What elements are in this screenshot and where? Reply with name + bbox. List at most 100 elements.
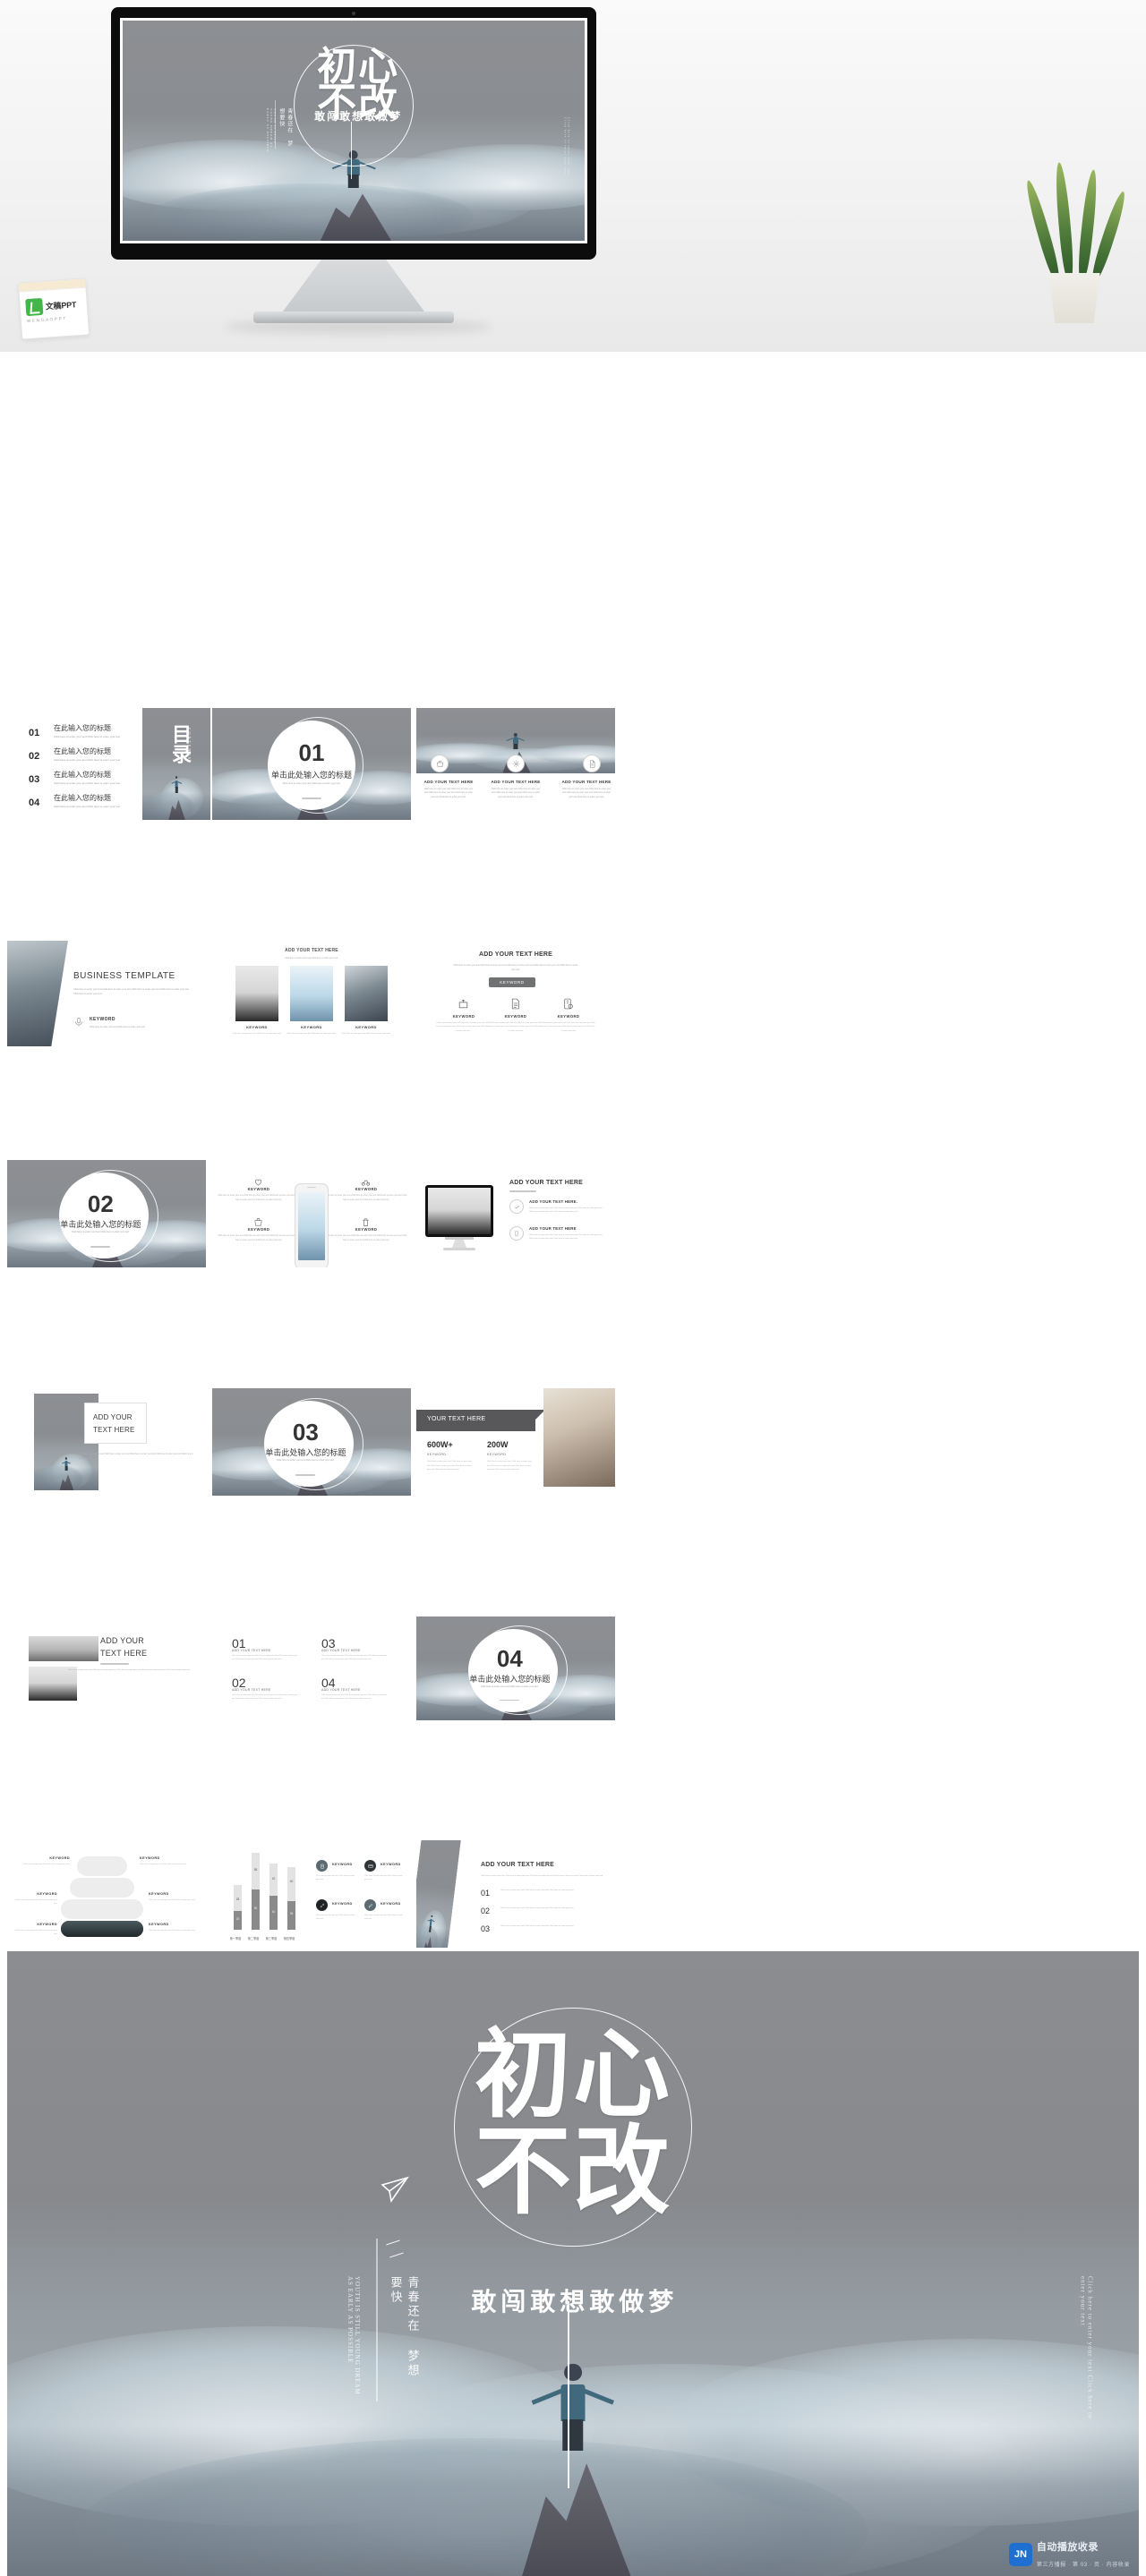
slide-thumb-section-02[interactable]: 02 单击此处输入您的标题 Click here to enter your t…: [7, 1160, 206, 1267]
gallery-caption: KEYWORD: [301, 1025, 322, 1029]
watermark-title: 自动播放收录: [1036, 2542, 1099, 2553]
final-list-item-desc: Click here to enter your text Click here…: [500, 1925, 574, 1927]
pyramid-shape: [70, 1878, 134, 1898]
tilted-cloud-photo: [416, 1840, 462, 1948]
section-number: 02: [87, 1190, 114, 1217]
slide-thumb-imac-list[interactable]: ADD YOUR TEXT HERE ADD YOUR TEXT HERE. C…: [416, 1160, 615, 1267]
imac-list-item-desc: Click here to enter your text Click here…: [529, 1207, 603, 1214]
brand-logo-name: 文稿PPT: [45, 300, 77, 311]
pyramid-label: KEYWORD: [140, 1856, 160, 1860]
phone-mockup: [295, 1183, 329, 1267]
slide-thumb-photo-text[interactable]: ADD YOUR TEXT HERE Click here to enter y…: [7, 1388, 206, 1496]
slide-thumb-final-list[interactable]: ADD YOUR TEXT HERE Click here to enter y…: [416, 1840, 615, 1948]
hero-cloud-scene: [7, 1951, 1139, 2576]
slide-thumb-section-03[interactable]: 03 单击此处输入您的标题 Click here to enter your t…: [212, 1388, 411, 1496]
bar: 40 35: [287, 1867, 295, 1930]
section-title: 单击此处输入您的标题: [469, 1674, 551, 1684]
monitor-stand: [280, 260, 427, 315]
gallery-caption: KEYWORD: [355, 1025, 377, 1029]
pyramid-shape: [61, 1899, 143, 1919]
chart-icon-label: KEYWORD: [332, 1902, 353, 1906]
slide-thumb-stats[interactable]: YOUR TEXT HERE 600W+ KEYWORD Click here …: [416, 1388, 615, 1496]
section-desc: Click here to enter your text Click here…: [480, 1685, 539, 1688]
imac-list-item-desc: Click here to enter your text Click here…: [529, 1234, 603, 1241]
final-list-num: 01: [481, 1889, 491, 1898]
numbered-title: ADD YOUR TEXT HERE: [321, 1649, 361, 1652]
numbered-desc: Click here to enter your text Click here…: [232, 1694, 298, 1701]
slide-thumb-numbered4[interactable]: 01 ADD YOUR TEXT HERE Click here to ente…: [212, 1616, 411, 1720]
section-desc: Click here to enter your text Click here…: [71, 1231, 130, 1234]
phone-feature-label: KEYWORD: [247, 1227, 270, 1232]
brand-logo-icon: [25, 297, 44, 317]
stats-banner-text: YOUR TEXT HERE: [427, 1416, 486, 1422]
stat-label: KEYWORD: [487, 1453, 507, 1456]
final-list-num: 02: [481, 1906, 491, 1915]
slide-thumb-two-photo[interactable]: ADD YOUR TEXT HERE Click here to enter y…: [7, 1616, 206, 1720]
final-list-item-desc: Click here to enter your text Click here…: [500, 1907, 574, 1909]
clipboard-icon: [316, 1860, 328, 1872]
phone-feature-desc: Click here to enter your text Click here…: [325, 1195, 407, 1201]
pyramid-shape: [61, 1921, 143, 1937]
slide-thumb-section-04[interactable]: 04 单击此处输入您的标题 Click here to enter your t…: [416, 1616, 615, 1720]
phone-feature-label: KEYWORD: [355, 1187, 378, 1191]
chart-icon-label: KEYWORD: [381, 1863, 401, 1866]
numbered-desc: Click here to enter your text Click here…: [321, 1694, 388, 1701]
two-photo-desc: Click here to enter your text Click here…: [68, 1669, 191, 1671]
plant-pot: [1048, 273, 1100, 323]
bar-chart: 28 20 55 50 42 40 40 35 第一季度 第二季度 第三季度 第…: [228, 1853, 305, 1942]
phone-feature-desc: Click here to enter your text Click here…: [218, 1195, 300, 1201]
chart-icon-desc: Click here to enter your text Click here…: [364, 1875, 403, 1881]
chart-icon-label: KEYWORD: [381, 1902, 401, 1906]
pyramid-desc: Click here to enter your text Click here…: [140, 1864, 186, 1865]
numbered-desc: Click here to enter your text Click here…: [232, 1655, 298, 1661]
pyramid-desc: Click here to enter your text Click here…: [149, 1899, 195, 1901]
phone-feature-label: KEYWORD: [355, 1227, 378, 1232]
pyramid-desc: Click here to enter your text Click here…: [14, 1930, 57, 1936]
pyramid-desc: Click here to enter your text Click here…: [149, 1930, 195, 1932]
section-title: 单击此处输入您的标题: [60, 1219, 141, 1229]
final-list-desc: Click here to enter your text Click here…: [481, 1875, 603, 1877]
pyramid-label: KEYWORD: [37, 1923, 57, 1926]
phone-feature-desc: Click here to enter your text Click here…: [218, 1235, 300, 1241]
monitor-mockup-stage: 初心不改 敢闯敢想敢做梦 青春还在 梦想要快 YOUTH IS STILL YO…: [0, 0, 1146, 352]
bar: 55 50: [252, 1853, 260, 1930]
two-photo-title-1: ADD YOUR: [100, 1636, 144, 1645]
numbered-title: ADD YOUR TEXT HERE: [232, 1649, 271, 1652]
chart-icon-label: KEYWORD: [332, 1863, 353, 1866]
mobile-icon[interactable]: [509, 1226, 524, 1241]
slide-thumbnail-grid: 01 在此输入您的标题 Click here to enter your tex…: [0, 352, 1146, 1948]
pyramid-label: KEYWORD: [149, 1923, 169, 1926]
bottom-hero-banner: 初心不改 敢闯敢想敢做梦 青春还在 梦想要快 YOUTH IS STILL YO…: [7, 1951, 1139, 2576]
numbered-title: ADD YOUR TEXT HERE: [232, 1688, 271, 1692]
gallery-caption: KEYWORD: [246, 1025, 268, 1029]
pyramid-label: KEYWORD: [149, 1892, 169, 1896]
brand-logo-card: 文稿PPT W E N G A O P P T: [17, 277, 90, 340]
final-list-item-desc: Click here to enter your text Click here…: [500, 1889, 574, 1891]
numbered-title: ADD YOUR TEXT HERE: [321, 1688, 361, 1692]
cloud-scene: [123, 21, 585, 241]
imac-list-item-title: ADD YOUR TEXT HERE: [529, 1226, 577, 1231]
pyramid-label: KEYWORD: [37, 1892, 57, 1896]
pen-icon: [364, 1899, 376, 1911]
watermark-sub: 第三方播报 · 第 03 · 页 · 内容收录: [1036, 2563, 1130, 2568]
two-photo-title-2: TEXT HERE: [100, 1649, 148, 1658]
chart-icon-desc: Click here to enter your text Click here…: [364, 1915, 403, 1921]
imac-list-item-title: ADD YOUR TEXT HERE.: [529, 1199, 578, 1204]
gallery-caption-desc: Click here to enter your text Click here…: [286, 1033, 337, 1035]
photo-text-desc: Click here to enter your text Click here…: [79, 1454, 193, 1461]
slide-thumb-chart[interactable]: 28 20 55 50 42 40 40 35 第一季度 第二季度 第三季度 第…: [212, 1840, 411, 1948]
business-keyword-desc: Click here to enter your text Click here…: [90, 1026, 146, 1028]
slide-thumb-phone-features[interactable]: KEYWORD Click here to enter your text Cl…: [212, 1160, 411, 1267]
pyramid-desc: Click here to enter your text Click here…: [14, 1899, 57, 1906]
bar-category-label: 第三季度: [265, 1937, 278, 1941]
monitor-screen: 初心不改 敢闯敢想敢做梦 青春还在 梦想要快 YOUTH IS STILL YO…: [120, 18, 587, 243]
bar: 42 40: [269, 1864, 278, 1930]
section-number: 03: [292, 1418, 319, 1446]
pyramid-shape: [77, 1856, 127, 1876]
slide-thumb-pyramid[interactable]: KEYWORD Click here to enter your text Cl…: [7, 1840, 206, 1948]
monitor-frame: 初心不改 敢闯敢想敢做梦 青春还在 梦想要快 YOUTH IS STILL YO…: [111, 7, 596, 260]
bar-value-top: 40: [289, 1880, 294, 1883]
check-circle-icon[interactable]: [509, 1199, 524, 1214]
chart-icon-desc: Click here to enter your text Click here…: [316, 1875, 355, 1881]
phone-feature-label: KEYWORD: [247, 1187, 270, 1191]
